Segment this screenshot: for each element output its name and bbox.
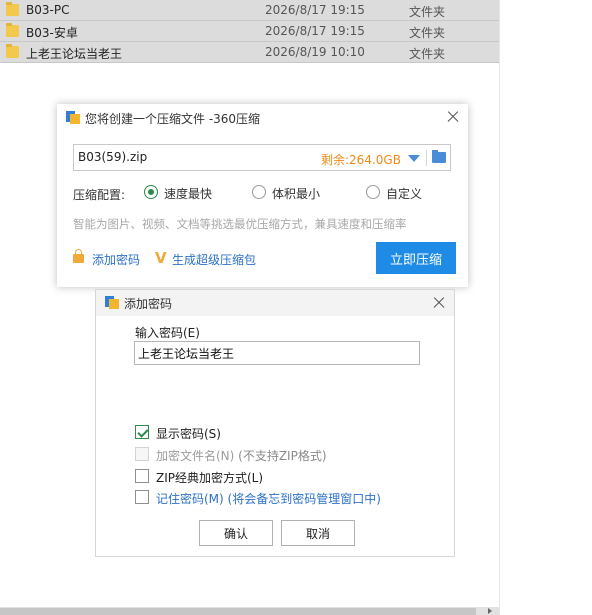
checkbox-label: 加密文件名(N) (不支持ZIP格式) bbox=[156, 449, 327, 463]
file-type: 文件夹 bbox=[409, 47, 446, 61]
compress-now-button[interactable]: 立即压缩 bbox=[376, 242, 456, 274]
file-row[interactable]: B03-安卓 2026/8/17 19:15 文件夹 bbox=[0, 21, 499, 42]
radio-label: 速度最快 bbox=[164, 187, 213, 201]
archive-app-icon bbox=[105, 296, 119, 309]
folder-icon bbox=[6, 2, 19, 16]
compression-hint: 智能为图片、视频、文档等挑选最优压缩方式，兼具速度和压缩率 bbox=[73, 217, 407, 231]
ok-button[interactable]: 确认 bbox=[199, 520, 273, 546]
radio-label: 体积最小 bbox=[272, 187, 321, 201]
password-input[interactable] bbox=[134, 341, 420, 365]
compression-config-label: 压缩配置: bbox=[73, 188, 126, 202]
arrow-right-icon[interactable] bbox=[488, 608, 492, 614]
close-icon[interactable] bbox=[445, 109, 461, 125]
radio-circle bbox=[366, 185, 380, 199]
checkbox-label: 记住密码(M) (将会备忘到密码管理窗口中) bbox=[156, 492, 381, 506]
folder-icon bbox=[6, 23, 19, 37]
divider bbox=[426, 150, 427, 166]
radio-circle bbox=[252, 185, 266, 199]
file-list: B03-PC 2026/8/17 19:15 文件夹 B03-安卓 2026/8… bbox=[0, 0, 499, 63]
checkbox-label: 显示密码(S) bbox=[156, 427, 221, 441]
horizontal-scrollbar[interactable] bbox=[0, 607, 499, 615]
file-name: B03-PC bbox=[26, 3, 70, 17]
file-row[interactable]: B03-PC 2026/8/17 19:15 文件夹 bbox=[0, 0, 499, 21]
window-edge bbox=[499, 0, 500, 615]
checkbox-box bbox=[135, 425, 149, 439]
file-name: 上老王论坛当老王 bbox=[26, 47, 123, 61]
compress-dialog-title: 您将创建一个压缩文件 -360压缩 bbox=[85, 112, 261, 126]
file-type: 文件夹 bbox=[409, 5, 446, 19]
add-password-label: 添加密码 bbox=[92, 253, 141, 267]
archive-filename-input[interactable] bbox=[78, 150, 298, 164]
chevron-down-icon[interactable] bbox=[408, 155, 420, 162]
password-dialog-titlebar[interactable]: 添加密码 bbox=[96, 290, 454, 316]
compress-dialog: 您将创建一个压缩文件 -360压缩 剩余:264.0GB 压缩配置: 速度最快 … bbox=[57, 104, 468, 287]
compress-dialog-titlebar[interactable]: 您将创建一个压缩文件 -360压缩 bbox=[57, 104, 468, 131]
password-dialog-title: 添加密码 bbox=[124, 297, 173, 311]
folder-icon bbox=[6, 44, 19, 58]
vip-v-icon: V bbox=[155, 249, 167, 267]
file-name: B03-安卓 bbox=[26, 26, 78, 40]
file-date: 2026/8/19 10:10 bbox=[265, 45, 365, 59]
archive-app-icon bbox=[66, 111, 80, 124]
file-row[interactable]: 上老王论坛当老王 2026/8/19 10:10 文件夹 bbox=[0, 42, 499, 63]
radio-circle bbox=[144, 185, 158, 199]
password-input-label: 输入密码(E) bbox=[135, 326, 200, 340]
super-package-label: 生成超级压缩包 bbox=[172, 253, 257, 267]
lock-icon bbox=[73, 249, 84, 263]
scrollbar-thumb[interactable] bbox=[0, 608, 476, 615]
add-password-dialog: 添加密码 输入密码(E) 显示密码(S) 加密文件名(N) (不支持ZIP格式)… bbox=[95, 289, 455, 557]
cancel-button[interactable]: 取消 bbox=[281, 520, 355, 546]
radio-label: 自定义 bbox=[386, 187, 423, 201]
checkbox-label: ZIP经典加密方式(L) bbox=[156, 471, 264, 485]
free-space-text: 剩余:264.0GB bbox=[321, 153, 401, 167]
checkbox-box bbox=[135, 447, 149, 461]
file-date: 2026/8/17 19:15 bbox=[265, 24, 365, 38]
archive-filename-field[interactable]: 剩余:264.0GB bbox=[73, 144, 451, 171]
close-icon[interactable] bbox=[431, 295, 447, 311]
file-date: 2026/8/17 19:15 bbox=[265, 3, 365, 17]
file-type: 文件夹 bbox=[409, 26, 446, 40]
checkbox-box bbox=[135, 490, 149, 504]
checkbox-box bbox=[135, 469, 149, 483]
folder-browse-icon[interactable] bbox=[432, 150, 446, 163]
